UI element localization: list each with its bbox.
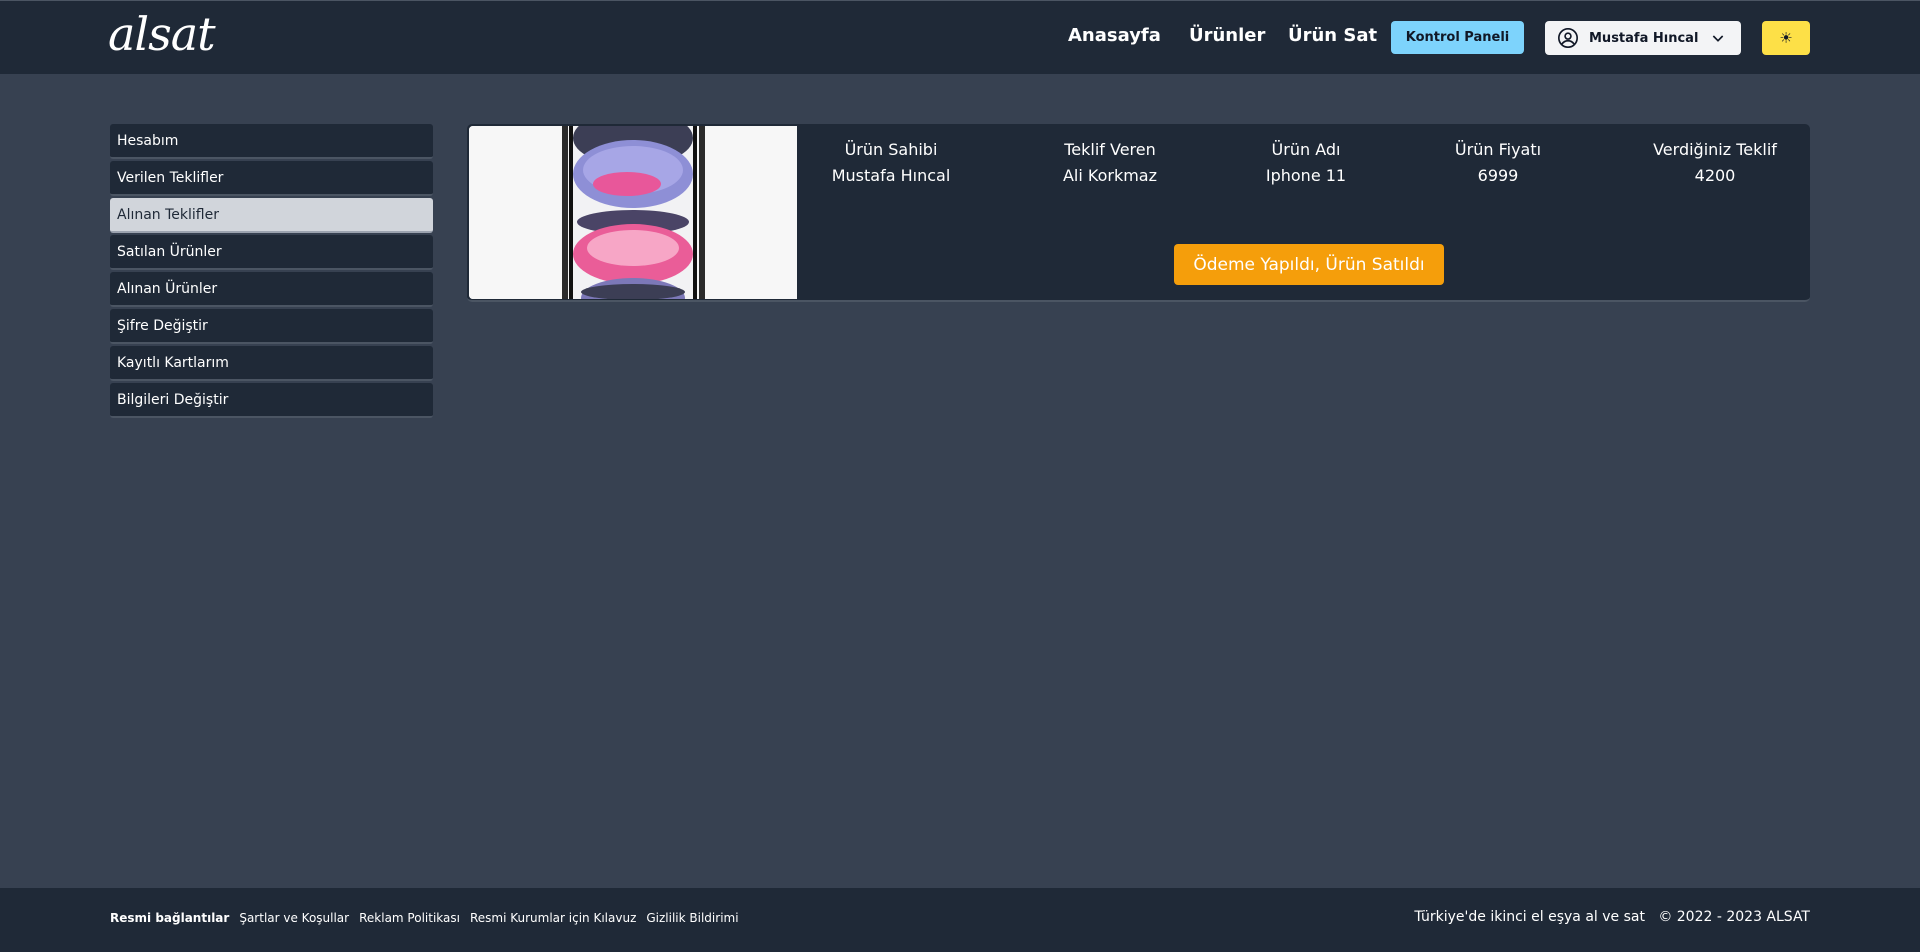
column-offerer: Teklif Veren Ali Korkmaz bbox=[1010, 140, 1210, 185]
footer-copyright: © 2022 - 2023 ALSAT bbox=[1658, 909, 1810, 925]
column-product-owner: Ürün Sahibi Mustafa Hıncal bbox=[791, 140, 991, 185]
product-name-label: Ürün Adı bbox=[1271, 140, 1341, 159]
your-offer-label: Verdiğiniz Teklif bbox=[1653, 140, 1777, 159]
footer: Resmi bağlantılar Şartlar ve Koşullar Re… bbox=[0, 888, 1920, 952]
product-price-label: Ürün Fiyatı bbox=[1454, 140, 1542, 159]
product-price-value: 6999 bbox=[1477, 166, 1519, 185]
account-sidebar: Hesabım Verilen Teklifler Alınan Teklifl… bbox=[110, 124, 433, 420]
product-image bbox=[469, 126, 797, 299]
payment-status-button[interactable]: Ödeme Yapıldı, Ürün Satıldı bbox=[1174, 244, 1444, 285]
top-navbar: alsat Anasayfa Ürünler Ürün Sat Kontrol … bbox=[0, 0, 1920, 74]
product-owner-value: Mustafa Hıncal bbox=[831, 166, 951, 185]
product-name-value: Iphone 11 bbox=[1265, 166, 1347, 185]
column-product-name: Ürün Adı Iphone 11 bbox=[1206, 140, 1406, 185]
user-menu-dropdown[interactable]: Mustafa Hıncal bbox=[1545, 21, 1741, 55]
sidebar-item-sold-products[interactable]: Satılan Ürünler bbox=[110, 235, 433, 270]
product-owner-label: Ürün Sahibi bbox=[844, 140, 938, 159]
footer-right: Türkiye'de ikinci el eşya al ve sat © 20… bbox=[1414, 909, 1810, 925]
nav-sell-link[interactable]: Ürün Sat bbox=[1288, 25, 1377, 46]
footer-links-title: Resmi bağlantılar bbox=[110, 911, 230, 925]
footer-link-ad-policy[interactable]: Reklam Politikası bbox=[359, 911, 460, 925]
site-logo[interactable]: alsat bbox=[108, 7, 216, 61]
chevron-down-icon bbox=[1710, 30, 1726, 46]
user-circle-icon bbox=[1557, 27, 1579, 49]
your-offer-value: 4200 bbox=[1694, 166, 1736, 185]
column-your-offer: Verdiğiniz Teklif 4200 bbox=[1615, 140, 1810, 185]
footer-link-privacy[interactable]: Gizlilik Bildirimi bbox=[646, 911, 738, 925]
sidebar-item-my-account[interactable]: Hesabım bbox=[110, 124, 433, 159]
nav-home-link[interactable]: Anasayfa bbox=[1068, 25, 1161, 46]
offerer-value: Ali Korkmaz bbox=[1062, 166, 1158, 185]
footer-link-institution-guide[interactable]: Resmi Kurumlar için Kılavuz bbox=[470, 911, 636, 925]
offer-card: Ürün Sahibi Mustafa Hıncal Teklif Veren … bbox=[467, 124, 1810, 302]
sidebar-item-saved-cards[interactable]: Kayıtlı Kartlarım bbox=[110, 346, 433, 381]
sidebar-item-change-password[interactable]: Şifre Değiştir bbox=[110, 309, 433, 344]
sidebar-item-bought-products[interactable]: Alınan Ürünler bbox=[110, 272, 433, 307]
nav-products-link[interactable]: Ürünler bbox=[1189, 25, 1265, 46]
control-panel-button[interactable]: Kontrol Paneli bbox=[1391, 21, 1524, 54]
theme-toggle-button[interactable]: ☀ bbox=[1762, 21, 1810, 55]
user-name: Mustafa Hıncal bbox=[1589, 30, 1699, 46]
sun-icon: ☀ bbox=[1779, 29, 1793, 47]
footer-link-terms[interactable]: Şartlar ve Koşullar bbox=[239, 911, 349, 925]
sidebar-item-given-offers[interactable]: Verilen Teklifler bbox=[110, 161, 433, 196]
sidebar-item-received-offers[interactable]: Alınan Teklifler bbox=[110, 198, 433, 233]
column-product-price: Ürün Fiyatı 6999 bbox=[1398, 140, 1598, 185]
footer-tagline: Türkiye'de ikinci el eşya al ve sat bbox=[1414, 909, 1645, 925]
offerer-label: Teklif Veren bbox=[1064, 140, 1156, 159]
footer-links: Resmi bağlantılar Şartlar ve Koşullar Re… bbox=[110, 911, 749, 925]
sidebar-item-change-info[interactable]: Bilgileri Değiştir bbox=[110, 383, 433, 418]
